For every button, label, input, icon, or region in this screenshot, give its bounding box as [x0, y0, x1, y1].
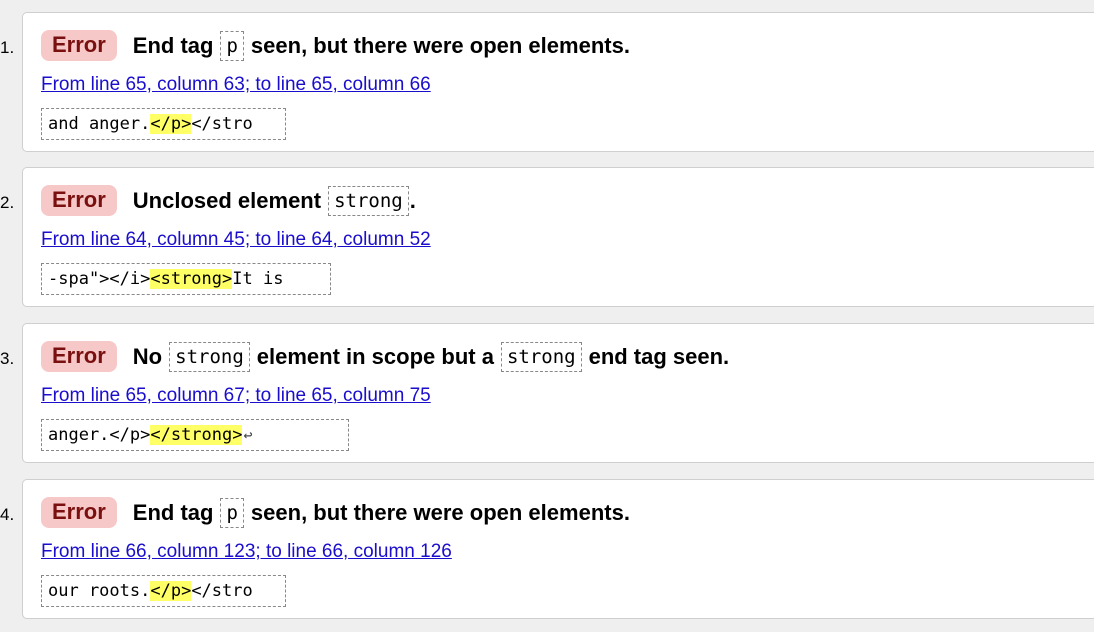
message-text: Unclosed element	[132, 187, 322, 213]
error-list: 1. Error End tag p seen, but there were …	[0, 0, 1094, 632]
error-message: Error Unclosed element strong .	[41, 185, 416, 216]
error-item: 1. Error End tag p seen, but there were …	[0, 12, 1094, 154]
location-link[interactable]: From line 66, column 123; to line 66, co…	[41, 541, 452, 563]
extract-highlight: </p>	[150, 114, 192, 134]
message-text: End tag	[132, 499, 214, 525]
element-code: strong	[169, 341, 250, 372]
extract-before: anger.</p>	[48, 425, 151, 445]
source-extract: -spa"></i> <strong> It is	[41, 263, 331, 295]
linebreak-icon: ↩	[243, 426, 253, 444]
error-item: 4. Error End tag p seen, but there were …	[0, 479, 1094, 621]
location-link[interactable]: From line 65, column 67; to line 65, col…	[41, 385, 431, 407]
extract-after: It is	[232, 269, 294, 289]
message-text: seen, but there were open elements.	[250, 32, 630, 58]
message-text: element in scope but a	[256, 343, 494, 369]
message-text: seen, but there were open elements.	[250, 499, 630, 525]
extract-highlight: </p>	[150, 581, 192, 601]
extract-highlight: </strong>	[150, 425, 243, 445]
extract-after: </stro	[191, 581, 253, 601]
error-message: Error End tag p seen, but there were ope…	[41, 497, 630, 528]
extract-before: our roots.	[48, 581, 151, 601]
location-link[interactable]: From line 65, column 63; to line 65, col…	[41, 74, 431, 96]
error-card: Error No strong element in scope but a s…	[22, 323, 1094, 463]
error-card: Error End tag p seen, but there were ope…	[22, 479, 1094, 619]
error-item: 3. Error No strong element in scope but …	[0, 323, 1094, 465]
error-type-badge: Error	[41, 497, 117, 528]
error-card: Error Unclosed element strong . From lin…	[22, 167, 1094, 307]
error-type-badge: Error	[41, 30, 117, 61]
error-type-badge: Error	[41, 185, 117, 216]
element-code: p	[220, 30, 244, 61]
message-text: .	[409, 187, 416, 213]
element-code: p	[220, 497, 244, 528]
error-card: Error End tag p seen, but there were ope…	[22, 12, 1094, 152]
source-extract: our roots. </p> </stro	[41, 575, 286, 607]
element-code: strong	[328, 185, 409, 216]
error-message: Error End tag p seen, but there were ope…	[41, 30, 630, 61]
error-number: 4.	[0, 505, 15, 524]
location-link[interactable]: From line 64, column 45; to line 64, col…	[41, 229, 431, 251]
extract-before: -spa"></i>	[48, 269, 151, 289]
error-message: Error No strong element in scope but a s…	[41, 341, 729, 372]
error-number: 3.	[0, 349, 15, 368]
source-extract: and anger. </p> </stro	[41, 108, 286, 140]
element-code: strong	[500, 341, 582, 372]
extract-after: </stro	[191, 114, 253, 134]
error-item: 2. Error Unclosed element strong . From …	[0, 167, 1094, 309]
error-type-badge: Error	[41, 341, 117, 372]
error-number: 1.	[0, 38, 15, 57]
extract-before: and anger.	[48, 114, 151, 134]
message-text: No	[132, 343, 163, 369]
message-text: end tag seen.	[588, 343, 730, 369]
message-text: End tag	[132, 32, 214, 58]
extract-highlight: <strong>	[150, 269, 233, 289]
error-number: 2.	[0, 193, 15, 212]
source-extract: anger.</p> </strong> ↩	[41, 419, 349, 451]
